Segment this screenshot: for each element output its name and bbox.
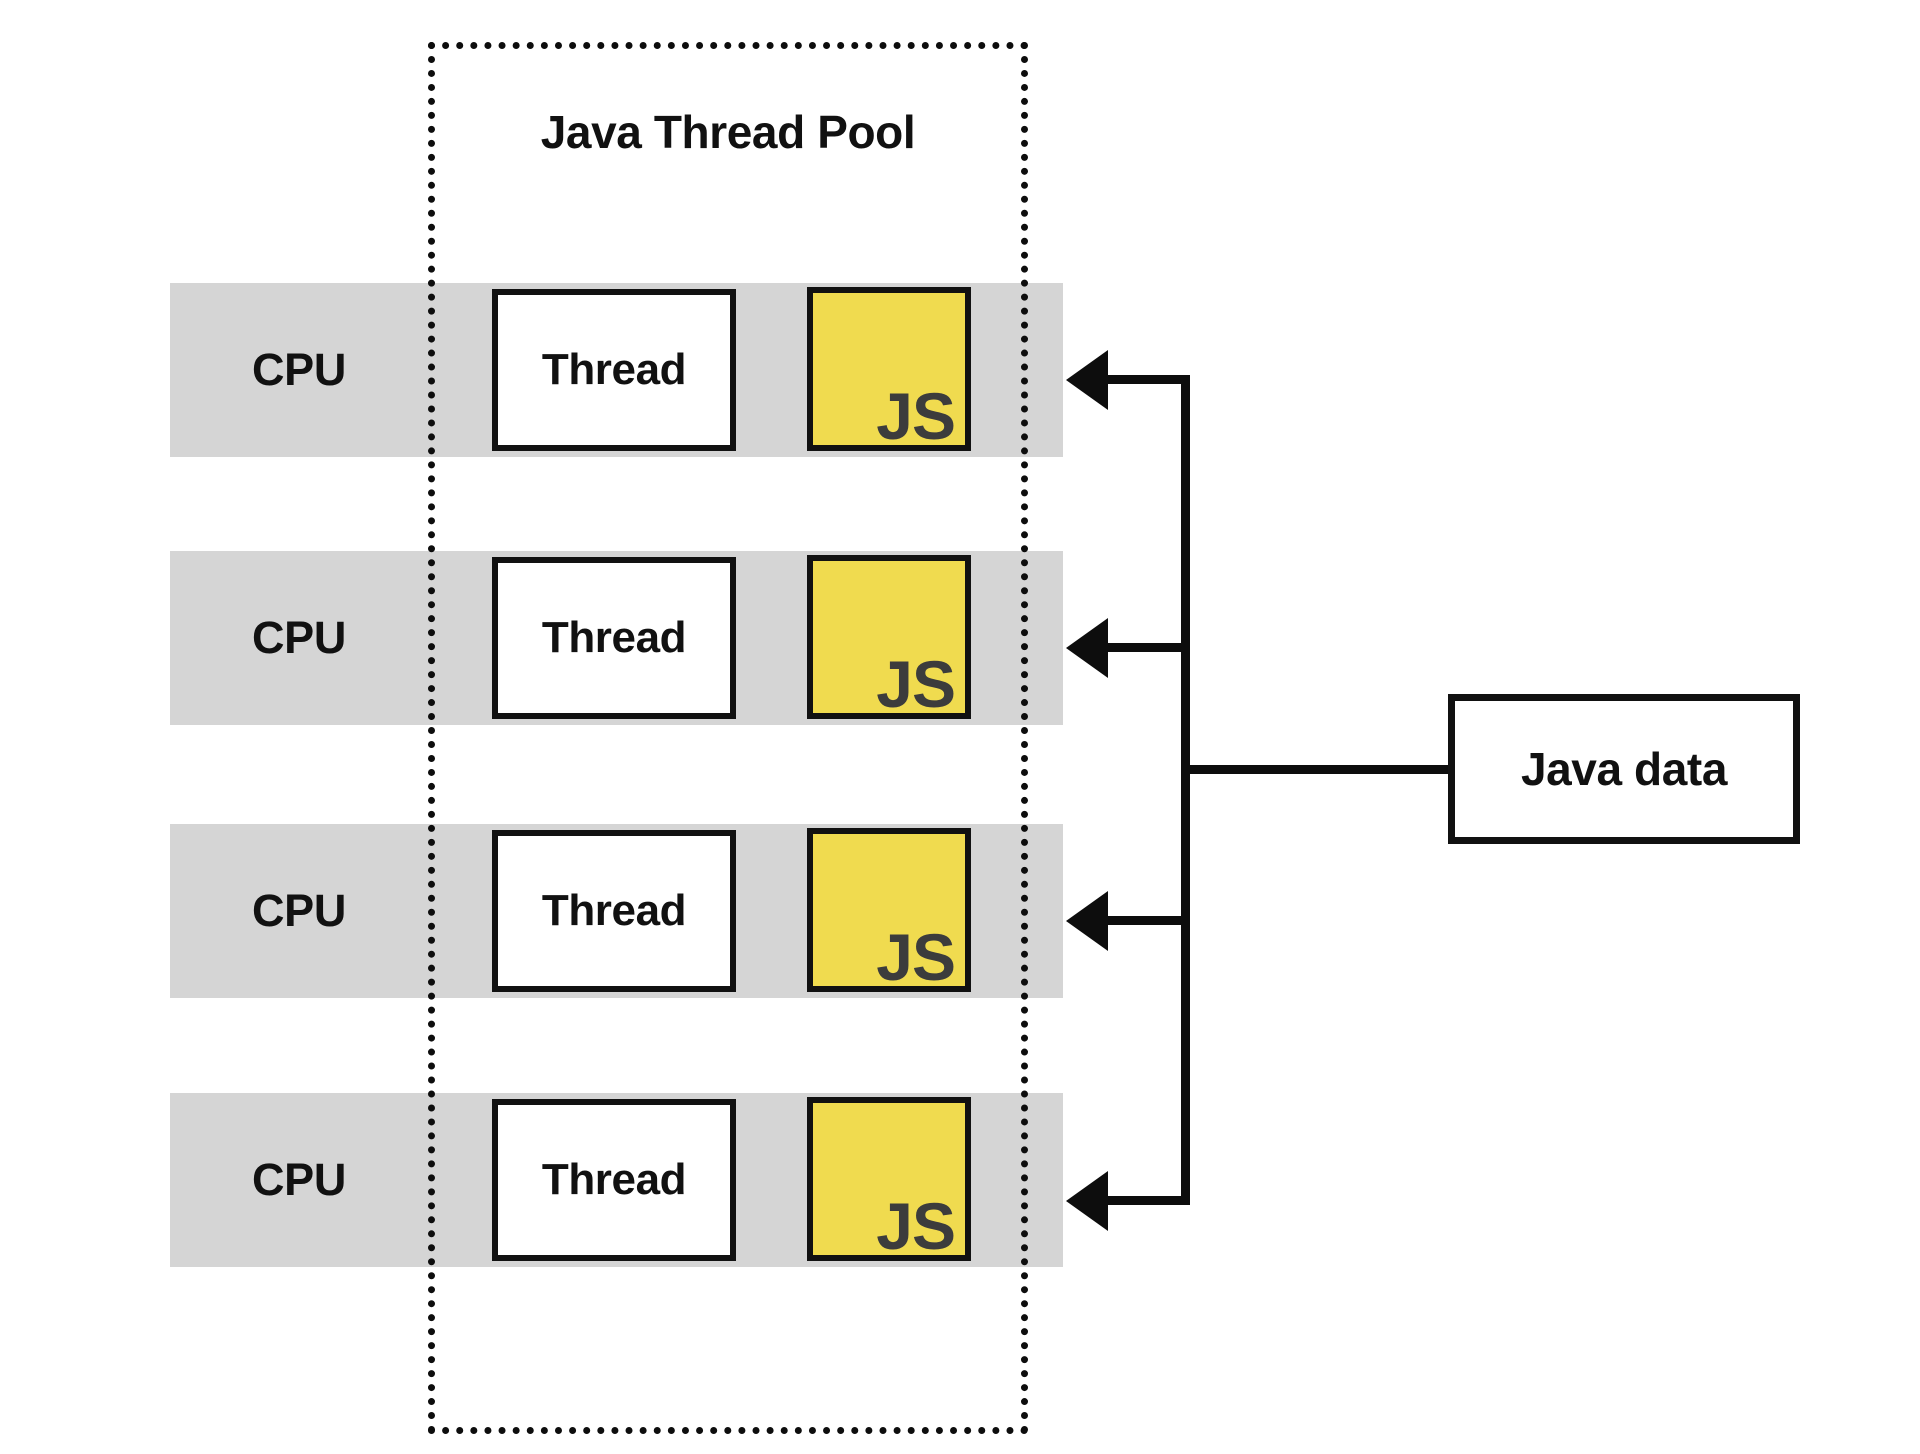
java-thread-pool-title: Java Thread Pool — [540, 106, 916, 158]
connector-branch-row-1 — [1100, 375, 1190, 384]
cpu-row: CPU Thread JS — [170, 824, 1063, 998]
arrow-head-row-3 — [1066, 891, 1108, 951]
js-label: JS — [876, 920, 956, 994]
thread-box: Thread — [492, 1099, 736, 1261]
js-label: JS — [876, 1189, 956, 1263]
cpu-row: CPU Thread JS — [170, 551, 1063, 725]
cpu-label: CPU — [251, 1154, 347, 1205]
arrow-head-row-2 — [1066, 618, 1108, 678]
cpu-label: CPU — [251, 612, 347, 663]
js-label: JS — [876, 647, 956, 721]
thread-label: Thread — [541, 345, 687, 394]
java-data-box: Java data — [1448, 694, 1800, 844]
connector-branch-row-4 — [1100, 1196, 1190, 1205]
js-logo-box: JS — [807, 1097, 971, 1261]
js-logo-box: JS — [807, 555, 971, 719]
arrow-head-row-4 — [1066, 1171, 1108, 1231]
connector-branch-row-2 — [1100, 643, 1190, 652]
diagram-canvas: CPU Thread JS CPU Thread JS CPU Thread J… — [0, 0, 1920, 1454]
java-data-label: Java data — [1520, 743, 1728, 795]
thread-box: Thread — [492, 289, 736, 451]
connector-trunk-vertical — [1181, 375, 1190, 1205]
thread-label: Thread — [541, 886, 687, 935]
arrow-head-row-1 — [1066, 350, 1108, 410]
thread-box: Thread — [492, 557, 736, 719]
js-logo-box: JS — [807, 287, 971, 451]
cpu-label: CPU — [251, 344, 347, 395]
connector-java-data-link — [1181, 765, 1453, 774]
cpu-row: CPU Thread JS — [170, 283, 1063, 457]
js-label: JS — [876, 379, 956, 453]
cpu-row: CPU Thread JS — [170, 1093, 1063, 1267]
js-logo-box: JS — [807, 828, 971, 992]
cpu-label: CPU — [251, 885, 347, 936]
thread-box: Thread — [492, 830, 736, 992]
connector-branch-row-3 — [1100, 916, 1190, 925]
thread-label: Thread — [541, 1155, 687, 1204]
thread-label: Thread — [541, 613, 687, 662]
